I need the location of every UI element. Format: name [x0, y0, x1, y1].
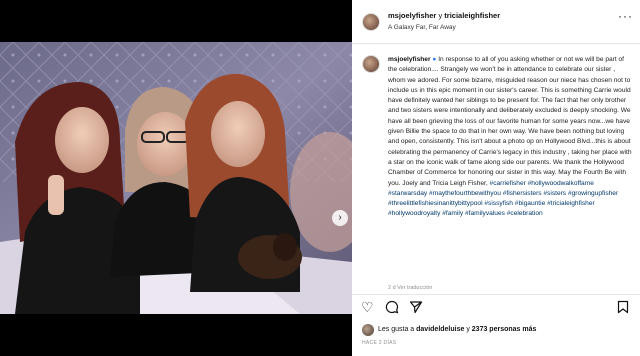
likes-middle: y [464, 326, 472, 333]
liker-link[interactable]: davideldeluise [416, 326, 464, 333]
coauthor-link[interactable]: tricialeighfisher [444, 11, 500, 20]
more-horizontal-icon[interactable]: ··· [618, 9, 633, 23]
caption-meta[interactable]: 2 d Ver traducción [388, 285, 432, 291]
author-names: msjoelyfisher y tricialeighfisher [388, 11, 500, 20]
location-link[interactable]: A Galaxy Far, Far Away [388, 24, 456, 31]
post-header: msjoelyfisher y tricialeighfisher A Gala… [352, 0, 640, 44]
action-bar: ♡ [352, 294, 640, 320]
author-link[interactable]: msjoelyfisher [388, 11, 436, 20]
photo-illustration [0, 42, 352, 314]
caption-body: In response to all of you asking whether… [388, 56, 632, 187]
backdrop-bottom [0, 314, 352, 356]
caption-avatar[interactable] [362, 55, 380, 73]
bookmark-icon[interactable] [617, 300, 629, 316]
post-side-panel: msjoelyfisher y tricialeighfisher A Gala… [352, 0, 640, 356]
likes-summary[interactable]: Les gusta a davideldeluise y 2373 person… [378, 326, 536, 333]
liker-avatar[interactable] [362, 324, 374, 336]
share-icon[interactable] [409, 300, 423, 316]
heart-icon[interactable]: ♡ [361, 300, 374, 314]
post-modal: ● › msjoelyfisher y tricialeighfisher A … [0, 0, 640, 356]
caption-text: msjoelyfisher ● In response to all of yo… [388, 55, 634, 287]
backdrop-top [0, 0, 352, 42]
blue-circle-icon: ● [432, 56, 437, 63]
author-avatar[interactable] [362, 13, 380, 31]
likes-count[interactable]: 2373 personas más [472, 326, 537, 333]
caption-author-link[interactable]: msjoelyfisher [388, 56, 431, 63]
post-photo[interactable]: ● › [0, 42, 352, 314]
likes-prefix: Les gusta a [378, 326, 417, 333]
post-date: HACE 2 DÍAS [362, 340, 397, 346]
chevron-right-icon[interactable]: › [332, 210, 348, 226]
comment-icon[interactable] [385, 300, 399, 316]
